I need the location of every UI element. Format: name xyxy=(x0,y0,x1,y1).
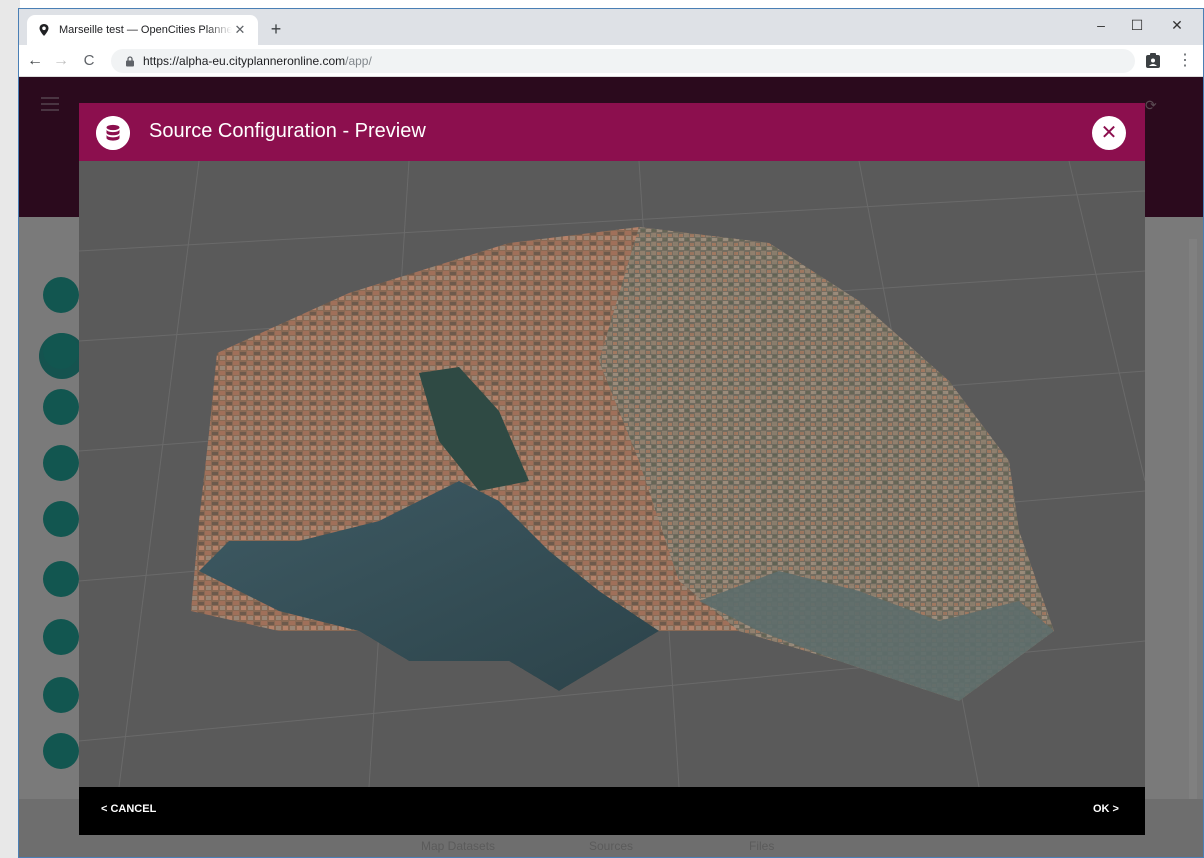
window-maximize-button[interactable]: ☐ xyxy=(1119,13,1155,37)
kebab-menu-icon[interactable]: ⋮ xyxy=(1177,49,1193,73)
map-pin-favicon xyxy=(39,24,49,36)
modal-title: Source Configuration - Preview xyxy=(149,120,426,142)
header-refresh-icon[interactable]: ⟳ xyxy=(1145,97,1157,114)
profile-icon[interactable] xyxy=(1144,52,1162,70)
reload-icon[interactable]: C xyxy=(77,49,101,73)
tab-strip: Marseille test — OpenCities Planner ✕ + … xyxy=(19,9,1203,45)
desktop-background xyxy=(0,0,20,858)
app-viewport: ⟳ + Map Datasets Sources Files xyxy=(19,77,1203,857)
list-item-icon[interactable] xyxy=(43,445,79,481)
list-item-icon[interactable] xyxy=(43,501,79,537)
modal-close-button[interactable]: ✕ xyxy=(1092,116,1126,150)
back-arrow-icon[interactable]: ← xyxy=(23,49,47,73)
tab-map-datasets[interactable]: Map Datasets xyxy=(421,839,495,853)
lock-icon xyxy=(126,55,134,66)
url-path: /app/ xyxy=(345,54,372,68)
forward-arrow-icon[interactable]: → xyxy=(49,49,73,73)
app-scrollbar[interactable] xyxy=(1189,239,1197,799)
tab-files[interactable]: Files xyxy=(749,839,774,853)
hamburger-icon[interactable] xyxy=(41,97,59,111)
window-close-button[interactable]: ✕ xyxy=(1159,13,1195,37)
city-model-preview[interactable] xyxy=(79,161,1145,787)
source-configuration-modal: Source Configuration - Preview ✕ < CANCE… xyxy=(79,103,1145,835)
url-host: https://alpha-eu.cityplanneronline.com xyxy=(143,54,346,68)
list-item-icon[interactable] xyxy=(43,677,79,713)
window-minimize-button[interactable]: – xyxy=(1083,13,1119,37)
browser-toolbar: ← → C https://alpha-eu.cityplanneronline… xyxy=(19,45,1203,77)
list-item-icon[interactable] xyxy=(43,389,79,425)
browser-window: Marseille test — OpenCities Planner ✕ + … xyxy=(18,8,1204,858)
modal-header: Source Configuration - Preview ✕ xyxy=(79,103,1145,161)
list-item-icon[interactable] xyxy=(43,333,79,369)
ok-button[interactable]: OK > xyxy=(1093,803,1119,815)
list-item-icon[interactable] xyxy=(43,277,79,313)
modal-footer: < CANCEL OK > xyxy=(79,787,1145,835)
list-item-icon[interactable] xyxy=(43,619,79,655)
database-icon xyxy=(96,116,130,150)
tab-close-icon[interactable]: ✕ xyxy=(232,22,248,38)
list-item-icon[interactable] xyxy=(43,561,79,597)
list-item-icon[interactable] xyxy=(43,733,79,769)
browser-tab[interactable]: Marseille test — OpenCities Planner ✕ xyxy=(27,15,258,45)
cancel-button[interactable]: < CANCEL xyxy=(101,803,156,815)
tab-title: Marseille test — OpenCities Planner xyxy=(59,24,232,36)
address-bar[interactable]: https://alpha-eu.cityplanneronline.com /… xyxy=(111,49,1135,73)
tab-sources[interactable]: Sources xyxy=(589,839,633,853)
3d-preview-viewport[interactable] xyxy=(79,161,1145,787)
new-tab-button[interactable]: + xyxy=(266,19,286,39)
